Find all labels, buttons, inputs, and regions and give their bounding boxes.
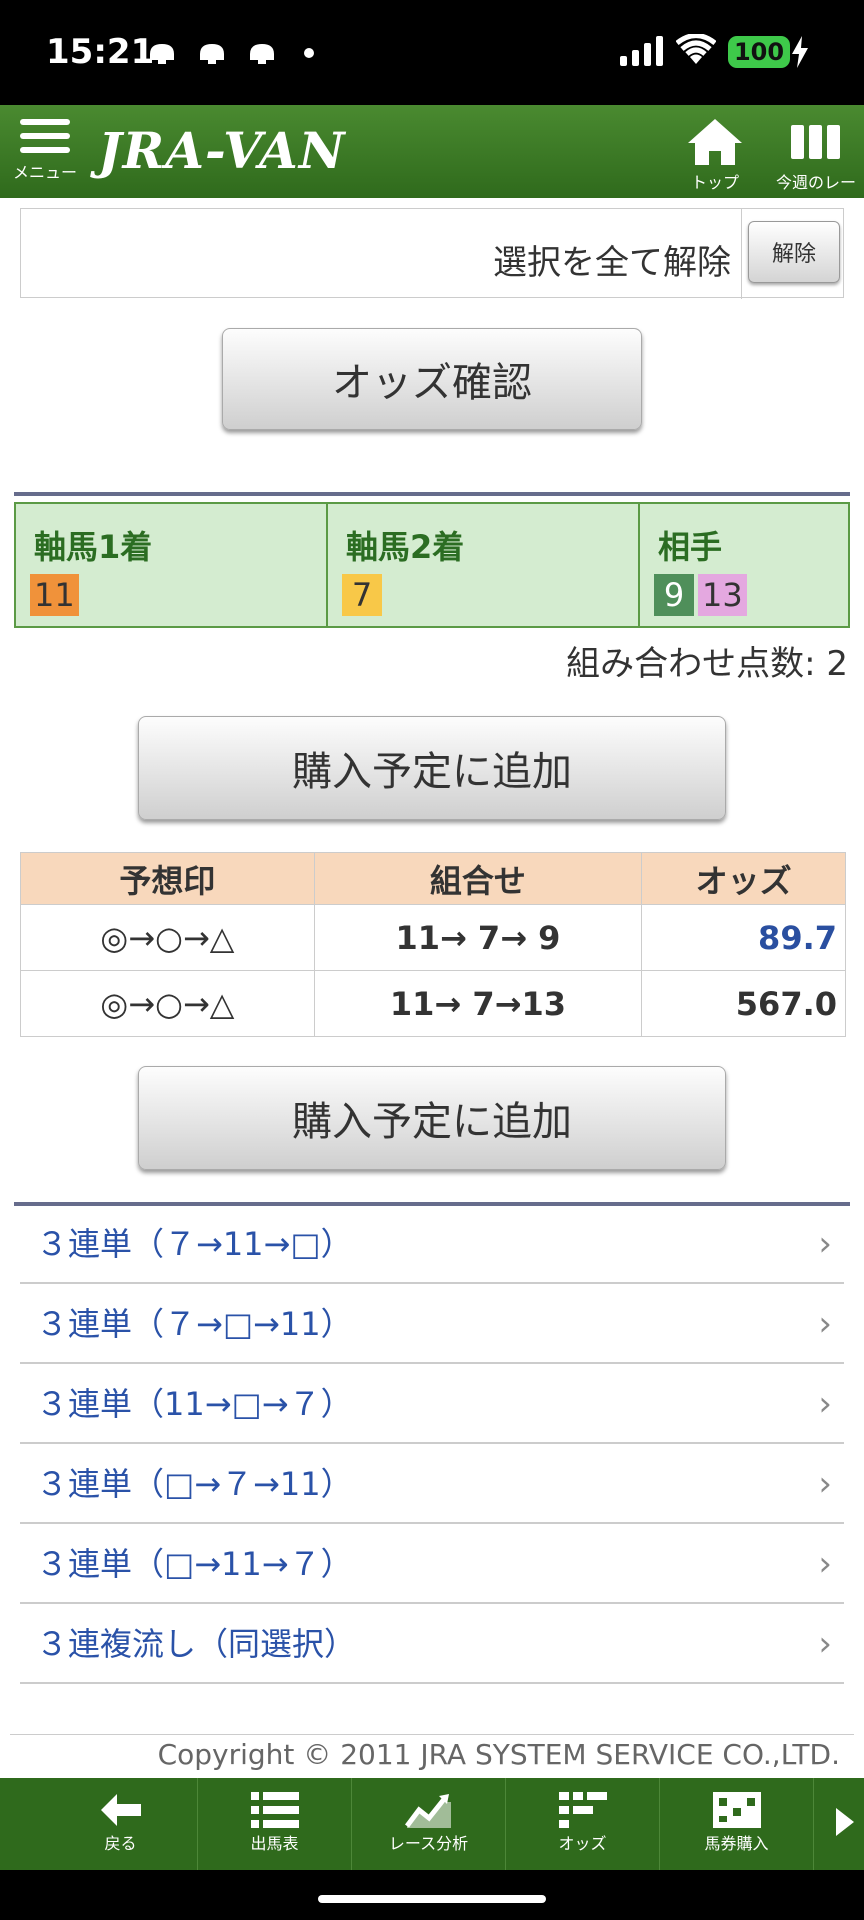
- chevron-right-icon: ›: [818, 1304, 832, 1344]
- table-row[interactable]: ◎→○→△ 11→ 7→ 9 89.7: [20, 904, 846, 971]
- charging-icon: [792, 36, 808, 68]
- buy-ticket-button[interactable]: 馬券購入: [660, 1778, 814, 1870]
- status-dot: [304, 48, 314, 58]
- status-bar: 15:21 100: [0, 0, 864, 105]
- link-label: ３連単（７→11→□）: [36, 1225, 353, 1263]
- list-item[interactable]: ３連複流し（同選択） ›: [20, 1604, 844, 1684]
- check-odds-button[interactable]: オッズ確認: [222, 328, 642, 430]
- column-header: 予想印: [20, 852, 315, 905]
- chart-icon: [404, 1794, 451, 1828]
- axis-1st-column: 軸馬1着 11: [16, 504, 328, 626]
- home-icon: [688, 119, 742, 165]
- copyright-text: Copyright © 2011 JRA SYSTEM SERVICE CO.,…: [157, 1738, 840, 1771]
- jra-van-logo[interactable]: JRA-VAN: [98, 121, 346, 180]
- horse-number-badge: 13: [698, 574, 747, 616]
- chevron-right-icon: ›: [818, 1544, 832, 1584]
- list-item[interactable]: ３連単（□→７→11） ›: [20, 1444, 844, 1524]
- top-button[interactable]: トップ: [686, 117, 744, 193]
- partner-title: 相手: [658, 528, 723, 566]
- prediction-mark: ◎→○→△: [20, 970, 315, 1037]
- home-indicator[interactable]: [318, 1895, 546, 1903]
- link-label: ３連単（11→□→７）: [36, 1385, 353, 1423]
- list-item[interactable]: ３連単（11→□→７） ›: [20, 1364, 844, 1444]
- main-content: 選択を全て解除 解除 オッズ確認 軸馬1着 11 軸馬2着 7 相手 9 13 組…: [0, 198, 864, 1778]
- menu-label: メニュー: [12, 163, 77, 182]
- table-row[interactable]: ◎→○→△ 11→ 7→13 567.0: [20, 970, 846, 1037]
- deselect-all-button[interactable]: 解除: [748, 221, 840, 283]
- odds-value: 89.7: [641, 904, 846, 971]
- back-button[interactable]: 戻る: [44, 1778, 198, 1870]
- axis-2nd-column: 軸馬2着 7: [328, 504, 640, 626]
- prediction-mark: ◎→○→△: [20, 904, 315, 971]
- notification-icon: [200, 44, 224, 64]
- check-odds-label: オッズ確認: [332, 361, 532, 405]
- race-card-button[interactable]: 出馬表: [198, 1778, 352, 1870]
- add-to-purchase-plan-button[interactable]: 購入予定に追加: [138, 716, 726, 820]
- horse-number-badge: 7: [342, 574, 382, 616]
- top-label: トップ: [690, 173, 739, 192]
- deselect-row: 選択を全て解除 解除: [20, 208, 844, 299]
- list-item[interactable]: ３連単（□→11→７） ›: [20, 1524, 844, 1604]
- deselect-label: 選択を全て解除: [493, 243, 731, 283]
- link-label: ３連単（□→７→11）: [36, 1465, 353, 1503]
- battery-indicator: 100: [728, 36, 790, 68]
- partner-column: 相手 9 13: [640, 504, 848, 626]
- divider: [741, 209, 742, 299]
- odds-label: オッズ: [558, 1834, 607, 1853]
- notification-icon: [250, 44, 274, 64]
- cellular-signal-icon: [620, 36, 663, 66]
- chevron-right-icon: ›: [818, 1384, 832, 1424]
- horse-number-badge: 9: [654, 574, 694, 616]
- table-header-row: 予想印 組合せ オッズ: [20, 852, 846, 905]
- home-indicator-area: [0, 1870, 864, 1920]
- add-plan-label: 購入予定に追加: [292, 750, 572, 794]
- combination-count: 組み合わせ点数: 2: [566, 644, 848, 684]
- odds-button[interactable]: オッズ: [506, 1778, 660, 1870]
- list-item[interactable]: ３連単（７→□→11） ›: [20, 1284, 844, 1364]
- list-item[interactable]: ３連単（７→11→□） ›: [20, 1204, 844, 1284]
- combination: 11→ 7→ 9: [313, 904, 643, 971]
- column-header: オッズ: [641, 852, 846, 905]
- column-header: 組合せ: [313, 852, 643, 905]
- menu-button[interactable]: メニュー: [12, 119, 78, 195]
- divider: [10, 1734, 854, 1735]
- calendar-columns-icon: [791, 125, 840, 159]
- axis-2nd-title: 軸馬2着: [346, 528, 465, 566]
- divider: [14, 492, 850, 496]
- axis-1st-title: 軸馬1着: [34, 528, 153, 566]
- race-analysis-button[interactable]: レース分析: [352, 1778, 506, 1870]
- odds-table: 予想印 組合せ オッズ ◎→○→△ 11→ 7→ 9 89.7 ◎→○→△ 11…: [20, 852, 846, 1037]
- race-card-label: 出馬表: [250, 1834, 299, 1853]
- list-icon: [250, 1792, 299, 1828]
- chevron-right-icon: ›: [818, 1224, 832, 1264]
- add-to-purchase-plan-button[interactable]: 購入予定に追加: [138, 1066, 726, 1170]
- back-arrow-icon: [100, 1794, 141, 1826]
- combination: 11→ 7→13: [313, 970, 643, 1037]
- pick-summary: 軸馬1着 11 軸馬2着 7 相手 9 13: [14, 502, 850, 628]
- odds-grid-icon: [558, 1792, 607, 1828]
- race-analysis-label: レース分析: [388, 1834, 469, 1853]
- ticket-icon: [712, 1792, 761, 1828]
- status-time: 15:21: [46, 32, 155, 72]
- link-label: ３連単（□→11→７）: [36, 1545, 353, 1583]
- chevron-right-icon: ›: [818, 1464, 832, 1504]
- wifi-icon: [676, 34, 716, 64]
- bet-type-link-list: ３連単（７→11→□） › ３連単（７→□→11） › ３連単（11→□→７） › ３…: [20, 1204, 844, 1684]
- menu-icon: [20, 119, 70, 153]
- chevron-right-icon: ›: [818, 1624, 832, 1664]
- app-header: メニュー JRA-VAN トップ 今週のレース: [0, 105, 864, 216]
- link-label: ３連複流し（同選択）: [36, 1625, 357, 1663]
- back-label: 戻る: [104, 1834, 137, 1853]
- odds-value: 567.0: [641, 970, 846, 1037]
- bottom-toolbar: 戻る 出馬表 レース分析 オッズ 馬券購入: [0, 1778, 864, 1870]
- notification-icon: [150, 44, 174, 64]
- add-plan-label: 購入予定に追加: [292, 1100, 572, 1144]
- link-label: ３連単（７→□→11）: [36, 1305, 353, 1343]
- horse-number-badge: 11: [30, 574, 79, 616]
- more-arrow-icon[interactable]: [836, 1808, 854, 1836]
- buy-ticket-label: 馬券購入: [704, 1834, 769, 1853]
